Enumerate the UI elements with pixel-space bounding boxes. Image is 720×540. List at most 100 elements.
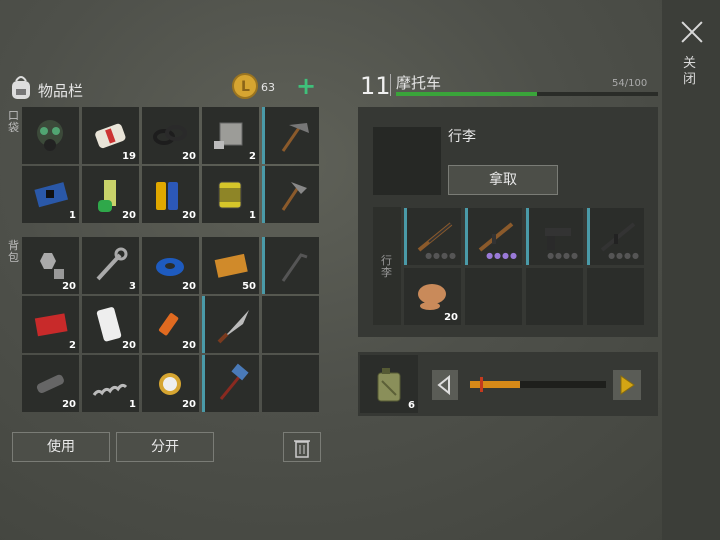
backpack-icon — [8, 73, 34, 101]
smartphone-icon — [96, 307, 122, 342]
gas-mask-icon — [37, 120, 63, 151]
backpack-slot[interactable]: 20 — [142, 296, 199, 353]
rubber-ring-icon — [153, 125, 187, 145]
luggage-weapon-slot[interactable]: ●●●● — [587, 208, 644, 265]
luggage-empty-slot[interactable] — [465, 268, 522, 325]
bandage-icon — [95, 123, 126, 149]
pocket-slot[interactable] — [22, 107, 79, 164]
close-label[interactable]: 关闭 — [683, 56, 701, 88]
backpack-slot[interactable]: 20 — [142, 237, 199, 294]
item-count: 20 — [62, 399, 76, 410]
luggage-weapon-slot[interactable]: ●●●● — [526, 208, 583, 265]
take-button[interactable]: 拿取 — [448, 165, 558, 195]
fuel-slider-handle[interactable] — [480, 377, 483, 392]
divider — [390, 74, 391, 96]
item-count: 20 — [122, 340, 136, 351]
backpack-slot[interactable]: 20 — [22, 237, 79, 294]
capacity-text: 54/100 — [612, 78, 648, 89]
bolt-nut-icon — [40, 253, 64, 279]
vehicle-level: 11 — [360, 72, 391, 100]
machete-icon — [217, 310, 249, 344]
capacity-bar — [396, 92, 658, 96]
backpack-slot[interactable] — [262, 296, 319, 353]
crowbar-icon — [281, 253, 308, 282]
luggage-weapon-slot[interactable]: ●●●● — [404, 208, 461, 265]
item-count: 20 — [62, 281, 76, 292]
pocket-slot[interactable]: 1 — [22, 166, 79, 223]
fuel-slot[interactable]: 6 — [360, 355, 418, 413]
pocket-slot[interactable]: 20 — [142, 107, 199, 164]
use-button[interactable]: 使用 — [12, 432, 110, 462]
capacity-bar-fill — [396, 92, 538, 96]
gold-watch-icon — [159, 373, 181, 395]
sledgehammer-icon — [219, 363, 249, 400]
item-count: 1 — [129, 399, 136, 410]
add-coins-button[interactable]: + — [296, 72, 316, 100]
duct-tape-icon — [156, 258, 184, 276]
backpack-slot[interactable]: 3 — [82, 237, 139, 294]
circuit-board-icon — [34, 182, 69, 208]
luggage-preview — [373, 127, 441, 195]
fuel-decrease-button[interactable] — [432, 370, 458, 400]
coupon-icon — [214, 253, 248, 278]
engine-part-icon — [214, 122, 243, 149]
item-count: 20 — [122, 210, 136, 221]
pocket-slot[interactable]: 20 — [82, 166, 139, 223]
close-icon[interactable] — [680, 20, 704, 44]
backpack-label: 背包 — [8, 239, 19, 264]
pocket-slot[interactable]: 1 — [202, 166, 259, 223]
luggage-side-label: 行李 — [381, 254, 392, 279]
pocket-label: 口袋 — [8, 109, 19, 134]
item-count: 2 — [249, 151, 256, 162]
battery-icon — [156, 182, 178, 210]
fuel-slider-fill — [470, 381, 521, 388]
item-count: 20 — [444, 312, 458, 323]
spray-can-icon — [98, 180, 116, 212]
fuel-increase-button[interactable] — [613, 370, 641, 400]
luggage-slot[interactable]: 20 — [404, 268, 461, 325]
item-count: 20 — [182, 281, 196, 292]
split-button[interactable]: 分开 — [116, 432, 214, 462]
luggage-weapon-slot[interactable]: ●●●● — [465, 208, 522, 265]
vehicle-name: 摩托车 — [396, 74, 442, 92]
fuel-slider[interactable] — [470, 381, 606, 388]
durability-dots: ●●●● — [425, 251, 457, 260]
oil-filter-icon — [218, 181, 242, 209]
hammer-axe-icon — [281, 182, 307, 211]
backpack-slot[interactable]: 20 — [142, 355, 199, 412]
inventory-title: 物品栏 — [38, 82, 84, 100]
coin-icon: L — [232, 73, 258, 99]
backpack-slot[interactable]: 50 — [202, 237, 259, 294]
luggage-empty-slot[interactable] — [526, 268, 583, 325]
item-count: 20 — [182, 151, 196, 162]
pocket-slot[interactable]: 2 — [202, 107, 259, 164]
item-count: 19 — [122, 151, 136, 162]
item-count: 50 — [242, 281, 256, 292]
red-coupon-icon — [34, 313, 68, 337]
pocket-slot[interactable]: 20 — [142, 166, 199, 223]
pocket-slot[interactable] — [262, 107, 319, 164]
trash-button[interactable] — [283, 432, 321, 462]
arrow-right-icon — [620, 375, 635, 395]
pocket-slot[interactable]: 19 — [82, 107, 139, 164]
arrow-left-icon — [437, 374, 450, 396]
fuel-count: 6 — [408, 400, 415, 411]
flashlight-icon — [36, 374, 64, 394]
backpack-slot[interactable] — [202, 296, 259, 353]
durability-dots: ●●●● — [486, 251, 518, 260]
spring-icon — [92, 383, 128, 396]
backpack-slot[interactable]: 2 — [22, 296, 79, 353]
usb-stick-icon — [158, 313, 179, 336]
item-count: 2 — [69, 340, 76, 351]
backpack-slot[interactable] — [262, 355, 319, 412]
backpack-slot[interactable]: 20 — [22, 355, 79, 412]
coin-count: 63 — [261, 81, 275, 94]
fuel-filter-icon — [418, 284, 446, 310]
backpack-slot[interactable] — [202, 355, 259, 412]
backpack-slot[interactable] — [262, 237, 319, 294]
backpack-slot[interactable]: 1 — [82, 355, 139, 412]
pocket-slot[interactable] — [262, 166, 319, 223]
backpack-slot[interactable]: 20 — [82, 296, 139, 353]
luggage-empty-slot[interactable] — [587, 268, 644, 325]
pickaxe-icon — [281, 123, 309, 152]
